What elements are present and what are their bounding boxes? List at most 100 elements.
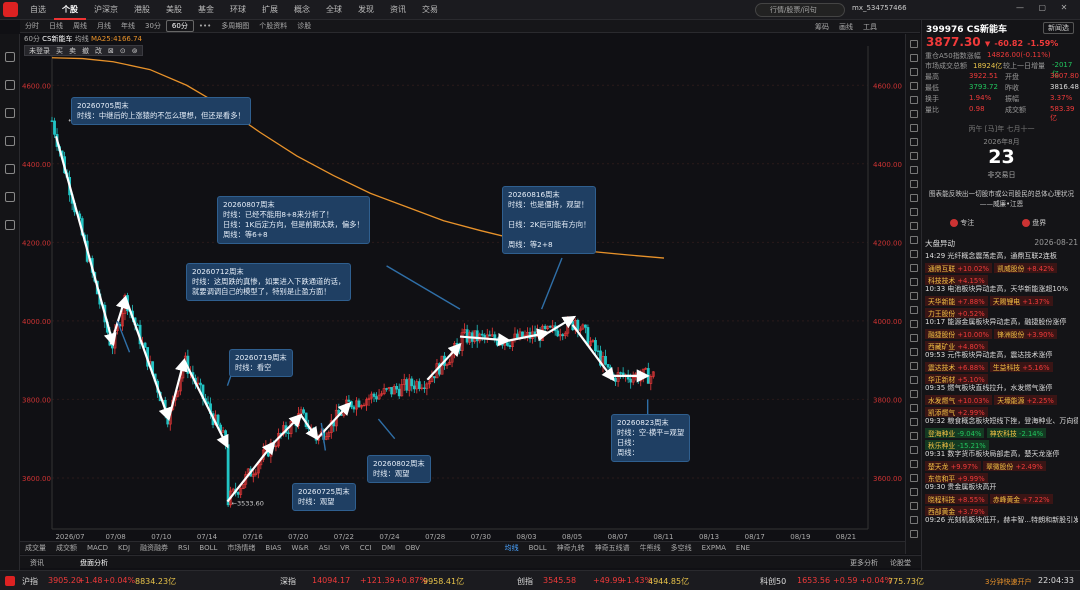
news-item[interactable]: 10:17 能源金属板块异动走高，融捷股份涨停 融捷股份 +10.00% 锋洲股份… <box>925 317 1078 351</box>
nav-item[interactable]: 自选 <box>22 0 54 20</box>
stock-tag[interactable]: 震达技术 +6.88% <box>925 362 988 372</box>
trade-action[interactable]: ⊙ <box>120 46 126 55</box>
period-tab[interactable]: 个股资料 <box>254 21 292 31</box>
news-item[interactable]: 09:31 数字货币板块局部走高，楚天龙涨停 楚天龙 +9.97% 翠微股份 +2… <box>925 449 1078 483</box>
period-tab[interactable]: 月线 <box>92 21 116 31</box>
trade-action[interactable]: ⊠ <box>108 46 114 55</box>
board-button[interactable]: 盘界 <box>1022 218 1046 228</box>
market-icon[interactable] <box>4 80 15 90</box>
bottom-tab[interactable]: 资讯 <box>30 558 44 568</box>
period-tab[interactable]: 诊股 <box>292 21 316 31</box>
stock-tag[interactable]: 楚天龙 +9.97% <box>925 461 981 471</box>
drawing-tool-icon[interactable] <box>909 460 918 468</box>
bottom-tab[interactable]: 盘面分析 <box>80 558 108 568</box>
stock-tag[interactable]: 翠微股份 +2.49% <box>983 461 1046 471</box>
period-tab[interactable]: ••• <box>194 22 216 30</box>
nav-item[interactable]: 概念 <box>286 0 318 20</box>
nav-item[interactable]: 资讯 <box>382 0 414 20</box>
drawing-tool-icon[interactable] <box>909 82 918 90</box>
indicator-tab[interactable]: RSI <box>173 544 194 552</box>
overlay-tab[interactable]: 神奇九转 <box>552 543 590 553</box>
trade-action[interactable]: 买 <box>56 46 63 55</box>
overlay-tab[interactable]: ENE <box>731 544 755 552</box>
power-icon[interactable] <box>4 52 15 62</box>
drawing-tool-icon[interactable] <box>909 222 918 230</box>
news-item[interactable]: 09:53 元件板块异动走高，震达技术涨停 震达技术 +6.88% 生益科技 +5… <box>925 350 1078 384</box>
drawing-tool-icon[interactable] <box>909 166 918 174</box>
search-input[interactable]: 行情/股票/问句 <box>755 3 845 17</box>
drawing-tool-icon[interactable] <box>909 138 918 146</box>
indicator-tab[interactable]: W&R <box>287 544 314 552</box>
drawing-tool-icon[interactable] <box>909 96 918 104</box>
drawing-tool-icon[interactable] <box>909 40 918 48</box>
news-select-button[interactable]: 新闻选 <box>1043 22 1074 34</box>
nav-item[interactable]: 发现 <box>350 0 382 20</box>
indicator-tab[interactable]: 融资融券 <box>135 543 173 553</box>
status-name[interactable]: 科创50 <box>760 576 786 587</box>
indicator-tab[interactable]: DMI <box>377 544 401 552</box>
news-item[interactable]: 09:30 贵金属板块高开 晓程科技 +8.55% 赤峰黄金 +7.22% 西部黄… <box>925 482 1078 516</box>
indicator-tab[interactable]: 市场情绪 <box>222 543 260 553</box>
drawing-tool-icon[interactable] <box>909 194 918 202</box>
nav-item[interactable]: 沪深京 <box>86 0 126 20</box>
stock-tag[interactable]: 天华新能 +7.88% <box>925 296 988 306</box>
drawing-tool-icon[interactable] <box>909 488 918 496</box>
drawing-tool-icon[interactable] <box>909 446 918 454</box>
overlay-tab[interactable]: 多空线 <box>666 543 697 553</box>
trade-action[interactable]: 卖 <box>69 46 76 55</box>
period-tab[interactable]: 日线 <box>44 21 68 31</box>
drawing-tool-icon[interactable] <box>909 208 918 216</box>
stock-tag[interactable]: 通鼎互联 +10.02% <box>925 263 992 273</box>
nav-item[interactable]: 个股 <box>54 0 86 20</box>
stock-tag[interactable]: 锋洲股份 +3.90% <box>994 329 1057 339</box>
drawing-tool-icon[interactable] <box>909 278 918 286</box>
drawing-tool-icon[interactable] <box>909 390 918 398</box>
indicator-tab[interactable]: CCI <box>355 544 377 552</box>
stock-tag[interactable]: 天壕能源 +2.25% <box>994 395 1057 405</box>
nav-item[interactable]: 港股 <box>126 0 158 20</box>
period-tab[interactable]: 多周期图 <box>216 21 254 31</box>
window-controls[interactable]: — ▢ ✕ <box>1016 3 1073 12</box>
stock-tag[interactable]: 晓程科技 +8.55% <box>925 494 988 504</box>
bottom-tab-right[interactable]: 更多分析 <box>850 558 878 568</box>
indicator-tab[interactable]: ASI <box>314 544 335 552</box>
drawing-tool-icon[interactable] <box>909 250 918 258</box>
drawing-tool-icon[interactable] <box>909 124 918 132</box>
stock-tag[interactable]: 天赐锂电 +1.37% <box>989 296 1053 306</box>
overlay-tab[interactable]: 牛熊线 <box>635 543 666 553</box>
chat-icon[interactable] <box>4 164 15 174</box>
drawing-tool-icon[interactable] <box>909 54 918 62</box>
stock-tag[interactable]: 融捷股份 +10.00% <box>925 329 992 339</box>
compass-icon[interactable] <box>4 192 15 202</box>
chart-tool-tab[interactable]: 筹码 <box>815 22 829 32</box>
drawing-tool-icon[interactable] <box>909 306 918 314</box>
drawing-tool-icon[interactable] <box>909 110 918 118</box>
stock-tag[interactable]: 生益科技 +5.16% <box>989 362 1053 372</box>
status-name[interactable]: 创指 <box>517 576 533 587</box>
indicator-tab[interactable]: OBV <box>400 544 425 552</box>
drawing-tool-icon[interactable] <box>909 516 918 524</box>
nav-item[interactable]: 全球 <box>318 0 350 20</box>
stock-tag[interactable]: 神农科技 -2.14% <box>986 428 1047 438</box>
stock-icon[interactable] <box>4 108 15 118</box>
period-tab[interactable]: 分时 <box>20 21 44 31</box>
drawing-tool-icon[interactable] <box>909 264 918 272</box>
drawing-tool-icon[interactable] <box>909 236 918 244</box>
indicator-tab[interactable]: BOLL <box>194 544 222 552</box>
nav-item[interactable]: 交易 <box>414 0 446 20</box>
period-tab[interactable]: 60分 <box>165 20 194 32</box>
indicator-tab[interactable]: 成交额 <box>51 543 82 553</box>
drawing-tool-icon[interactable] <box>909 362 918 370</box>
overlay-tab[interactable]: BOLL <box>524 544 552 552</box>
status-name[interactable]: 沪指 <box>22 576 38 587</box>
drawing-tool-icon[interactable] <box>909 334 918 342</box>
stock-tag[interactable]: 登海种业 -9.04% <box>925 428 985 438</box>
drawing-tool-icon[interactable] <box>909 348 918 356</box>
nav-item[interactable]: 美股 <box>158 0 190 20</box>
trade-action[interactable]: 改 <box>95 46 102 55</box>
chart-tool-tab[interactable]: 画线 <box>839 22 853 32</box>
diamond-icon[interactable] <box>4 220 15 230</box>
drawing-tool-icon[interactable] <box>909 432 918 440</box>
overlay-tab[interactable]: 神奇五线谱 <box>590 543 635 553</box>
drawing-tool-icon[interactable] <box>909 502 918 510</box>
